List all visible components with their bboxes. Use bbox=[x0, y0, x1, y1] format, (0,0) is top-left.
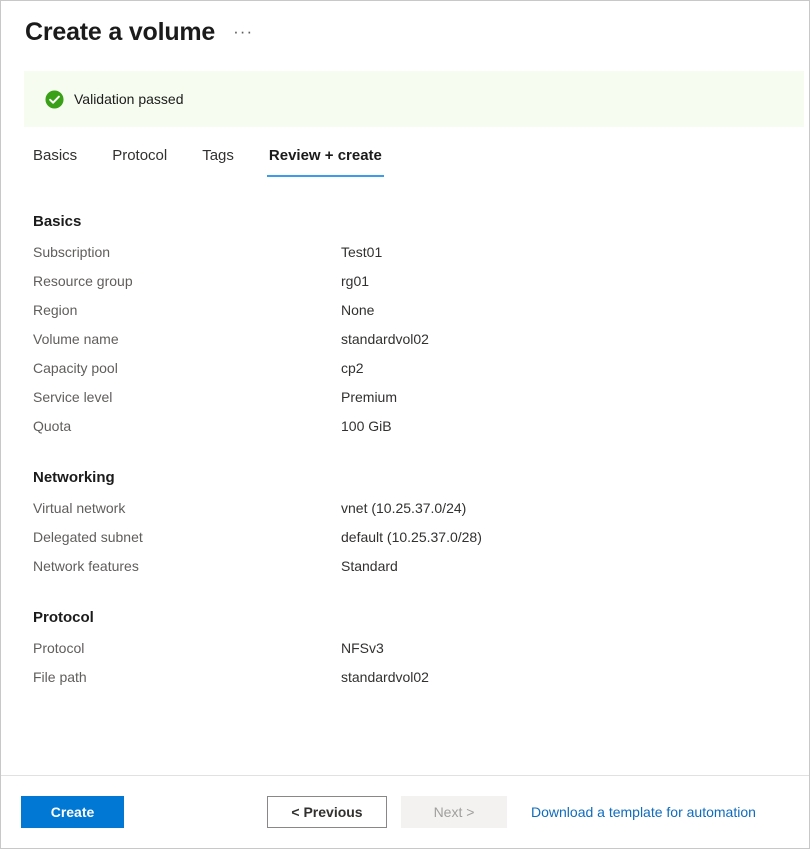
row-value: NFSv3 bbox=[341, 640, 384, 656]
row-delegated-subnet: Delegated subnet default (10.25.37.0/28) bbox=[33, 529, 809, 558]
next-button: Next > bbox=[401, 796, 507, 828]
row-value: standardvol02 bbox=[341, 331, 429, 347]
section-basics: Basics Subscription Test01 Resource grou… bbox=[33, 213, 809, 447]
section-title-basics: Basics bbox=[33, 213, 809, 230]
row-virtual-network: Virtual network vnet (10.25.37.0/24) bbox=[33, 500, 809, 529]
section-title-networking: Networking bbox=[33, 469, 809, 486]
row-service-level: Service level Premium bbox=[33, 389, 809, 418]
row-label: Quota bbox=[33, 418, 341, 434]
row-value: standardvol02 bbox=[341, 669, 429, 685]
row-value: None bbox=[341, 302, 374, 318]
row-file-path: File path standardvol02 bbox=[33, 669, 809, 698]
row-value: default (10.25.37.0/28) bbox=[341, 529, 482, 545]
review-content: Basics Subscription Test01 Resource grou… bbox=[1, 177, 809, 698]
create-button[interactable]: Create bbox=[21, 796, 124, 828]
page-title: Create a volume bbox=[25, 15, 215, 49]
row-label: Network features bbox=[33, 558, 341, 574]
section-title-protocol: Protocol bbox=[33, 609, 809, 626]
section-protocol: Protocol Protocol NFSv3 File path standa… bbox=[33, 609, 809, 698]
check-circle-icon bbox=[45, 90, 64, 109]
row-label: Subscription bbox=[33, 244, 341, 260]
row-capacity-pool: Capacity pool cp2 bbox=[33, 360, 809, 389]
row-label: File path bbox=[33, 669, 341, 685]
row-protocol: Protocol NFSv3 bbox=[33, 640, 809, 669]
download-template-link[interactable]: Download a template for automation bbox=[531, 804, 756, 820]
previous-button[interactable]: < Previous bbox=[267, 796, 387, 828]
row-value: 100 GiB bbox=[341, 418, 392, 434]
row-value: cp2 bbox=[341, 360, 364, 376]
row-subscription: Subscription Test01 bbox=[33, 244, 809, 273]
row-label: Protocol bbox=[33, 640, 341, 656]
tab-basics[interactable]: Basics bbox=[31, 146, 79, 177]
wizard-tabs: Basics Protocol Tags Review + create bbox=[31, 139, 809, 177]
blade-header: Create a volume ··· bbox=[1, 1, 809, 49]
blade-footer: Create < Previous Next > Download a temp… bbox=[1, 775, 809, 848]
section-networking: Networking Virtual network vnet (10.25.3… bbox=[33, 469, 809, 587]
row-value: rg01 bbox=[341, 273, 369, 289]
row-label: Capacity pool bbox=[33, 360, 341, 376]
tab-tags[interactable]: Tags bbox=[200, 146, 236, 177]
row-value: Standard bbox=[341, 558, 398, 574]
row-network-features: Network features Standard bbox=[33, 558, 809, 587]
more-options-icon[interactable]: ··· bbox=[233, 25, 253, 39]
row-label: Volume name bbox=[33, 331, 341, 347]
row-region: Region None bbox=[33, 302, 809, 331]
row-resource-group: Resource group rg01 bbox=[33, 273, 809, 302]
row-label: Delegated subnet bbox=[33, 529, 341, 545]
row-label: Resource group bbox=[33, 273, 341, 289]
row-quota: Quota 100 GiB bbox=[33, 418, 809, 447]
tab-review-create[interactable]: Review + create bbox=[267, 146, 384, 177]
row-value: Premium bbox=[341, 389, 397, 405]
validation-message: Validation passed bbox=[74, 91, 183, 107]
row-volume-name: Volume name standardvol02 bbox=[33, 331, 809, 360]
row-label: Region bbox=[33, 302, 341, 318]
tab-protocol[interactable]: Protocol bbox=[110, 146, 169, 177]
row-label: Service level bbox=[33, 389, 341, 405]
row-value: vnet (10.25.37.0/24) bbox=[341, 500, 466, 516]
validation-banner: Validation passed bbox=[24, 71, 804, 127]
row-value: Test01 bbox=[341, 244, 382, 260]
create-volume-blade: Create a volume ··· Validation passed Ba… bbox=[0, 0, 810, 849]
row-label: Virtual network bbox=[33, 500, 341, 516]
